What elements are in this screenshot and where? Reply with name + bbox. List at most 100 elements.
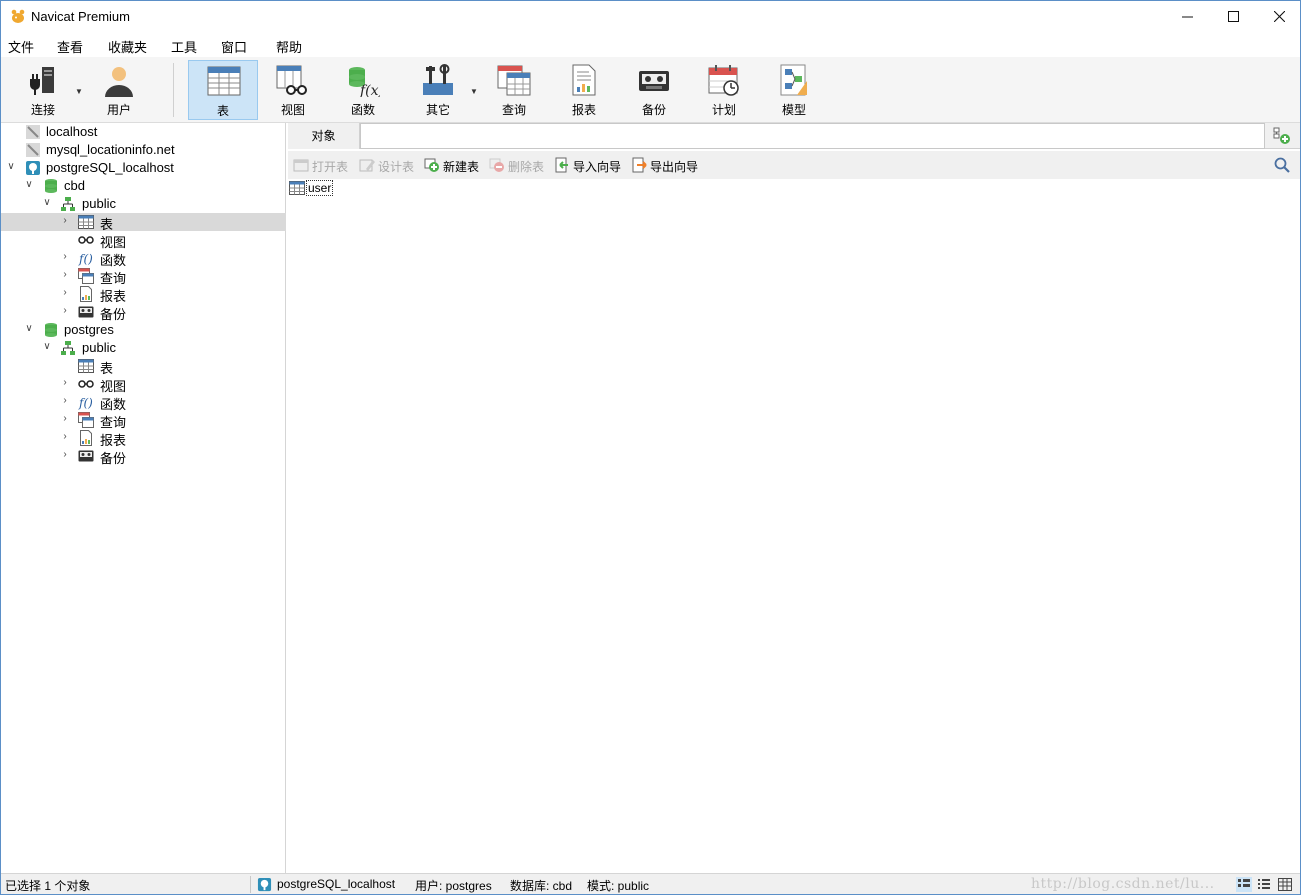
toolbar-label: 查询 — [501, 103, 526, 117]
query-icon — [497, 65, 531, 96]
tree-item-public[interactable]: ∨ public — [1, 339, 286, 357]
grid-view-icon[interactable] — [1236, 877, 1252, 892]
connection-status: postgreSQL_localhost — [277, 877, 396, 891]
menu-favorites[interactable]: 收藏夹 — [108, 37, 147, 56]
function-icon: f(x) — [349, 67, 380, 97]
tree-item-reports[interactable]: › 报表 — [1, 285, 286, 304]
tree-item-backups[interactable]: › 备份 — [1, 303, 286, 322]
tree-item-label: localhost — [46, 124, 98, 139]
toolbar-table-button[interactable]: 表 — [188, 60, 258, 120]
chevron-right-icon[interactable]: › — [59, 394, 71, 408]
toolbar-label: 备份 — [641, 103, 666, 117]
menu-file[interactable]: 文件 — [8, 37, 34, 56]
menu-window[interactable]: 窗口 — [221, 37, 247, 56]
tree-item-views[interactable]: 视图 — [1, 231, 286, 250]
chevron-down-icon[interactable]: ▼ — [470, 87, 478, 96]
tree-item-label: cbd — [64, 178, 85, 193]
query-icon — [78, 268, 94, 284]
list-view-icon[interactable] — [1256, 877, 1272, 892]
chevron-down-icon[interactable]: ∨ — [23, 178, 35, 192]
tree-item-reports[interactable]: › 报表 — [1, 429, 286, 448]
chevron-down-icon[interactable]: ∨ — [41, 340, 53, 354]
tree-item-public[interactable]: ∨ public — [1, 195, 286, 213]
title-bar: Navicat Premium — [1, 1, 1300, 32]
schedule-icon — [708, 65, 739, 96]
toolbar-report-button[interactable]: 报表 — [549, 60, 619, 120]
toolbar-label: 新建表 — [443, 160, 480, 174]
tree-item-tables[interactable]: › 表 — [1, 213, 286, 232]
database-status: 数据库: cbd — [510, 879, 573, 893]
tree-item-queries[interactable]: › 查询 — [1, 267, 286, 286]
new-tab-icon[interactable] — [1273, 127, 1291, 145]
chevron-right-icon[interactable]: › — [59, 214, 71, 228]
tree-item-label: 备份 — [100, 451, 127, 466]
schema-icon — [61, 341, 75, 355]
object-toolbar: 打开表 设计表 新建表 删除表 导入向导 导出向导 — [288, 151, 1300, 179]
chevron-down-icon[interactable]: ∨ — [23, 322, 35, 336]
svg-text:f(): f() — [78, 396, 93, 410]
database-icon — [45, 179, 57, 193]
toolbar-view-button[interactable]: 视图 — [258, 60, 328, 120]
chevron-down-icon[interactable]: ∨ — [41, 196, 53, 210]
tree-item-backups[interactable]: › 备份 — [1, 447, 286, 466]
tree-item-queries[interactable]: › 查询 — [1, 411, 286, 430]
toolbar-backup-button[interactable]: 备份 — [619, 60, 689, 120]
chevron-right-icon[interactable]: › — [59, 412, 71, 426]
detail-view-icon[interactable] — [1277, 877, 1293, 892]
chevron-down-icon[interactable]: ▼ — [75, 87, 83, 96]
chevron-right-icon[interactable]: › — [59, 430, 71, 444]
toolbar-label: 其它 — [425, 103, 450, 117]
minimize-button[interactable] — [1164, 1, 1210, 32]
connection-tree: localhost mysql_locationinfo.net ∨ postg… — [1, 123, 286, 873]
chevron-right-icon[interactable]: › — [59, 376, 71, 390]
tree-item-localhost[interactable]: localhost — [1, 123, 286, 141]
toolbar-label: 模型 — [781, 103, 806, 117]
schema-icon — [61, 197, 75, 211]
design-table-icon — [359, 159, 375, 172]
toolbar-other-button[interactable]: 其它 — [403, 60, 473, 120]
tree-item-postgresql-localhost[interactable]: ∨ postgreSQL_localhost — [1, 159, 286, 177]
svg-text:f(): f() — [78, 252, 93, 266]
chevron-down-icon[interactable]: ∨ — [5, 160, 17, 174]
toolbar-user-button[interactable]: 用户 — [84, 60, 154, 120]
toolbar-model-button[interactable]: 模型 — [759, 60, 829, 120]
app-window: Navicat Premium 文件 查看 收藏夹 工具 窗口 帮助 连接 ▼ … — [0, 0, 1301, 895]
toolbar-label: 导入向导 — [573, 160, 622, 174]
toolbar-label: 用户 — [106, 103, 131, 117]
tree-item-views[interactable]: › 视图 — [1, 375, 286, 394]
tree-item-cbd[interactable]: ∨ cbd — [1, 177, 286, 195]
mysql-connection-icon — [26, 125, 40, 139]
chevron-right-icon[interactable]: › — [59, 286, 71, 300]
table-icon — [207, 66, 241, 96]
search-icon[interactable] — [1274, 157, 1290, 173]
import-icon — [555, 157, 568, 173]
toolbar-connection-button[interactable]: 连接 — [8, 60, 78, 120]
menu-tools[interactable]: 工具 — [171, 37, 197, 56]
menu-help[interactable]: 帮助 — [276, 37, 302, 56]
maximize-button[interactable] — [1210, 1, 1256, 32]
other-icon — [423, 64, 453, 95]
toolbar-query-button[interactable]: 查询 — [479, 60, 549, 120]
postgresql-connection-icon — [26, 161, 40, 175]
tree-item-tables[interactable]: 表 — [1, 357, 286, 376]
report-icon — [80, 430, 92, 446]
toolbar-schedule-button[interactable]: 计划 — [689, 60, 759, 120]
toolbar-label: 报表 — [571, 103, 596, 117]
postgresql-connection-icon — [257, 877, 272, 892]
tree-item-label: postgreSQL_localhost — [46, 160, 174, 175]
chevron-right-icon[interactable]: › — [59, 268, 71, 282]
chevron-right-icon[interactable]: › — [59, 304, 71, 318]
tree-item-mysql-locationinfo[interactable]: mysql_locationinfo.net — [1, 141, 286, 159]
menu-view[interactable]: 查看 — [57, 37, 83, 56]
tab-objects[interactable]: 对象 — [288, 123, 360, 149]
chevron-right-icon[interactable]: › — [59, 448, 71, 462]
main-toolbar: 连接 ▼ 用户 表 视图 f(x 函数 其它 ▼ 查询 报表 备份 计划 模型 — [1, 57, 1300, 123]
list-item-label: user — [306, 180, 334, 196]
toolbar-function-button[interactable]: f(x) 函数 — [328, 60, 398, 120]
chevron-right-icon[interactable]: › — [59, 250, 71, 264]
tree-item-functions[interactable]: › f() 函数 — [1, 393, 286, 412]
tree-item-functions[interactable]: › f() 函数 — [1, 249, 286, 268]
tree-item-postgres[interactable]: ∨ postgres — [1, 321, 286, 339]
close-button[interactable] — [1256, 1, 1301, 32]
view-icon — [78, 380, 94, 388]
